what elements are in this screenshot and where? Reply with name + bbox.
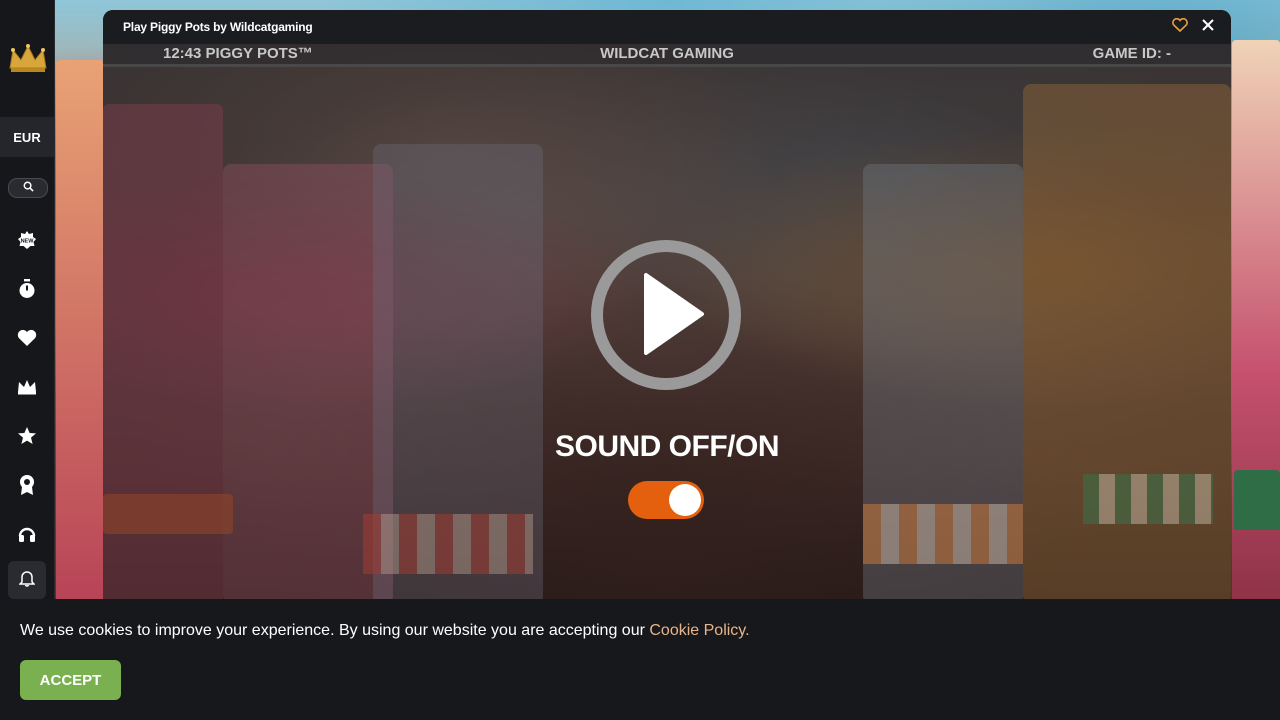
heart-icon[interactable] [15,326,39,350]
sound-toggle[interactable] [628,481,704,519]
heart-outline-icon [1172,17,1188,37]
notifications-button[interactable] [8,561,46,599]
crown-icon[interactable] [15,375,39,399]
favorite-button[interactable] [1171,17,1189,37]
bg-house-left [56,60,104,600]
play-button[interactable] [590,239,742,391]
game-hud: 12:43 PIGGY POTS™ WILDCAT GAMING GAME ID… [103,44,1231,67]
sound-label: SOUND OFF/ON [555,430,780,463]
hud-game-id: GAME ID: - [1092,45,1171,62]
hud-provider: WILDCAT GAMING [600,45,734,62]
scenery-awning-orange [863,504,1023,564]
star-icon[interactable] [15,424,39,448]
scenery-awning-left [103,494,233,534]
bg-awning-right [1234,470,1280,530]
svg-text:NEW: NEW [21,239,35,245]
close-button[interactable] [1199,18,1217,36]
accept-button[interactable]: ACCEPT [20,660,121,700]
scenery-awning-green [1083,474,1213,524]
stopwatch-icon[interactable] [15,277,39,301]
game-modal: Play Piggy Pots by Wildcatgaming 12:43 P… [103,10,1231,600]
award-icon[interactable] [15,473,39,497]
cookie-policy-link[interactable]: Cookie Policy. [649,622,749,639]
close-icon [1202,18,1214,36]
sidebar: EUR NEW [0,0,55,600]
game-frame[interactable]: 12:43 PIGGY POTS™ WILDCAT GAMING GAME ID… [103,44,1231,600]
cookie-message-text: We use cookies to improve your experienc… [20,622,650,639]
currency-selector[interactable]: EUR [0,117,54,157]
cookie-message: We use cookies to improve your experienc… [20,622,750,640]
new-badge-icon[interactable]: NEW [15,228,39,252]
scenery-awning-striped [363,514,533,574]
page: EUR NEW Play Piggy Pots by Wildcatgaming… [0,0,1280,720]
headset-icon[interactable] [15,522,39,546]
cookie-banner: We use cookies to improve your experienc… [0,599,1280,720]
crown-logo-icon[interactable] [8,42,48,74]
search-button[interactable] [8,178,48,198]
sound-toggle-knob [669,484,701,516]
play-icon [590,240,742,395]
modal-title: Play Piggy Pots by Wildcatgaming [123,20,313,34]
bell-icon [18,569,36,592]
search-icon [23,179,34,197]
modal-title-bar: Play Piggy Pots by Wildcatgaming [103,10,1231,44]
